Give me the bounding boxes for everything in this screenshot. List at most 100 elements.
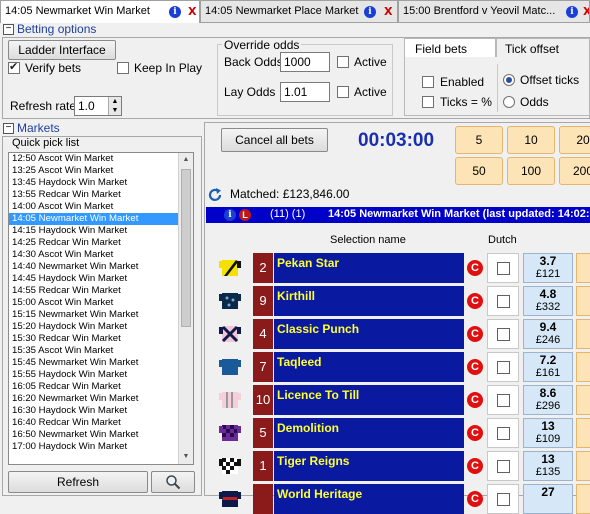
lay-price-cell[interactable]	[576, 319, 590, 349]
runner-row[interactable]: World Heritage C 27	[217, 483, 590, 514]
dutch-checkbox[interactable]	[497, 460, 510, 473]
collapse-icon[interactable]: −	[3, 24, 14, 35]
close-icon[interactable]: X	[384, 5, 392, 18]
dutch-checkbox[interactable]	[497, 328, 510, 341]
lay-odds-active-checkbox[interactable]	[337, 86, 349, 98]
dutch-checkbox[interactable]	[497, 295, 510, 308]
c-icon[interactable]: C	[467, 359, 483, 375]
scroll-down-icon[interactable]: ▼	[179, 450, 193, 464]
runner-name[interactable]: Kirthill	[274, 286, 464, 316]
dutch-checkbox[interactable]	[497, 361, 510, 374]
list-item[interactable]: 16:20 Newmarket Win Market	[9, 393, 193, 405]
lay-price-cell[interactable]	[576, 286, 590, 316]
runner-name[interactable]: Licence To Till	[274, 385, 464, 415]
back-price-cell[interactable]: 9.4 £246	[523, 319, 573, 349]
offset-ticks-radio[interactable]	[503, 74, 515, 86]
list-item[interactable]: 14:15 Haydock Win Market	[9, 225, 193, 237]
c-icon[interactable]: C	[467, 293, 483, 309]
runner-name[interactable]: Pekan Star	[274, 253, 464, 283]
back-odds-active-checkbox[interactable]	[337, 56, 349, 68]
back-price-cell[interactable]: 7.2 £161	[523, 352, 573, 382]
stake-button[interactable]: 5	[455, 126, 503, 154]
search-button[interactable]	[151, 471, 195, 493]
back-odds-input[interactable]: 1000	[280, 52, 330, 72]
back-price-cell[interactable]: 13 £135	[523, 451, 573, 481]
list-scrollbar[interactable]: ▲ ▼	[178, 153, 193, 464]
back-price-cell[interactable]: 27	[523, 484, 573, 514]
info-icon[interactable]: i	[169, 6, 181, 18]
stake-button[interactable]: 100	[507, 157, 555, 185]
lay-odds-input[interactable]: 1.01	[280, 82, 330, 102]
lay-price-cell[interactable]	[576, 253, 590, 283]
ticks-percent-checkbox[interactable]	[422, 96, 434, 108]
back-price-cell[interactable]: 8.6 £296	[523, 385, 573, 415]
tab-place-market[interactable]: 14:05 Newmarket Place Market i X	[200, 0, 398, 22]
runner-name[interactable]: Demolition	[274, 418, 464, 448]
dutch-checkbox[interactable]	[497, 427, 510, 440]
info-icon[interactable]: i	[364, 6, 376, 18]
dutch-checkbox[interactable]	[497, 394, 510, 407]
c-icon[interactable]: C	[467, 458, 483, 474]
list-item[interactable]: 16:50 Newmarket Win Market	[9, 429, 193, 441]
lay-price-cell[interactable]	[576, 451, 590, 481]
ladder-interface-button[interactable]: Ladder Interface	[8, 40, 116, 60]
verify-bets-checkbox[interactable]	[8, 60, 20, 74]
scroll-up-icon[interactable]: ▲	[179, 153, 193, 167]
c-icon[interactable]: C	[467, 326, 483, 342]
quick-pick-list[interactable]: 12:50 Ascot Win Market 13:25 Ascot Win Ma…	[8, 152, 194, 465]
list-item[interactable]: 13:55 Redcar Win Market	[9, 189, 193, 201]
lay-price-cell[interactable]	[576, 418, 590, 448]
tab-field-bets[interactable]: Field bets	[404, 38, 496, 57]
info-icon[interactable]: i	[224, 209, 236, 221]
back-price-cell[interactable]: 4.8 £332	[523, 286, 573, 316]
lay-price-cell[interactable]	[576, 484, 590, 514]
list-item[interactable]: 13:25 Ascot Win Market	[9, 165, 193, 177]
scroll-thumb[interactable]	[181, 169, 191, 327]
list-item[interactable]: 14:30 Ascot Win Market	[9, 249, 193, 261]
runner-row[interactable]: 2 Pekan Star C 3.7 £121	[217, 252, 590, 283]
runner-row[interactable]: 9 Kirthill C 4.8 £332	[217, 285, 590, 316]
l-icon[interactable]: L	[239, 209, 251, 221]
refresh-rate-spinner[interactable]: ▲ ▼	[108, 97, 121, 115]
runner-row[interactable]: 5 Demolition C 13 £109	[217, 417, 590, 448]
runner-name[interactable]: Tiger Reigns	[274, 451, 464, 481]
list-item[interactable]: 12:50 Ascot Win Market	[9, 153, 193, 165]
list-item[interactable]: 15:00 Ascot Win Market	[9, 297, 193, 309]
back-price-cell[interactable]: 3.7 £121	[523, 253, 573, 283]
dutch-checkbox[interactable]	[497, 262, 510, 275]
list-item[interactable]: 15:30 Redcar Win Market	[9, 333, 193, 345]
collapse-icon[interactable]: −	[3, 123, 14, 134]
close-icon[interactable]: X	[583, 5, 589, 18]
cancel-all-bets-button[interactable]: Cancel all bets	[221, 128, 328, 152]
list-item[interactable]: 16:30 Haydock Win Market	[9, 405, 193, 417]
list-item[interactable]: 15:55 Haydock Win Market	[9, 369, 193, 381]
list-item[interactable]: 14:25 Redcar Win Market	[9, 237, 193, 249]
list-item[interactable]: 13:45 Haydock Win Market	[9, 177, 193, 189]
info-icon[interactable]: i	[566, 6, 578, 18]
lay-price-cell[interactable]	[576, 385, 590, 415]
list-item[interactable]: 16:40 Redcar Win Market	[9, 417, 193, 429]
stake-button[interactable]: 20	[559, 126, 590, 154]
runner-row[interactable]: 10 Licence To Till C 8.6 £296	[217, 384, 590, 415]
c-icon[interactable]: C	[467, 425, 483, 441]
runner-name[interactable]: Taqleed	[274, 352, 464, 382]
tab-tick-offset[interactable]: Tick offset	[496, 38, 590, 57]
runner-name[interactable]: World Heritage	[274, 484, 464, 514]
keep-in-play-checkbox[interactable]	[117, 62, 129, 74]
list-item[interactable]: 15:35 Ascot Win Market	[9, 345, 193, 357]
back-price-cell[interactable]: 13 £109	[523, 418, 573, 448]
dutch-checkbox[interactable]	[497, 493, 510, 506]
stake-button[interactable]: 200	[559, 157, 590, 185]
close-icon[interactable]: X	[188, 5, 196, 18]
tab-win-market[interactable]: 14:05 Newmarket Win Market i X	[0, 0, 200, 23]
list-item[interactable]: 15:20 Haydock Win Market	[9, 321, 193, 333]
runner-row[interactable]: 4 Classic Punch C 9.4 £246	[217, 318, 590, 349]
stake-button[interactable]: 10	[507, 126, 555, 154]
list-item[interactable]: 16:05 Redcar Win Market	[9, 381, 193, 393]
c-icon[interactable]: C	[467, 491, 483, 507]
list-item[interactable]: 14:00 Ascot Win Market	[9, 201, 193, 213]
runner-row[interactable]: 1 Tiger Reigns C 13 £135	[217, 450, 590, 481]
c-icon[interactable]: C	[467, 392, 483, 408]
list-item[interactable]: 15:15 Newmarket Win Market	[9, 309, 193, 321]
stake-button[interactable]: 50	[455, 157, 503, 185]
